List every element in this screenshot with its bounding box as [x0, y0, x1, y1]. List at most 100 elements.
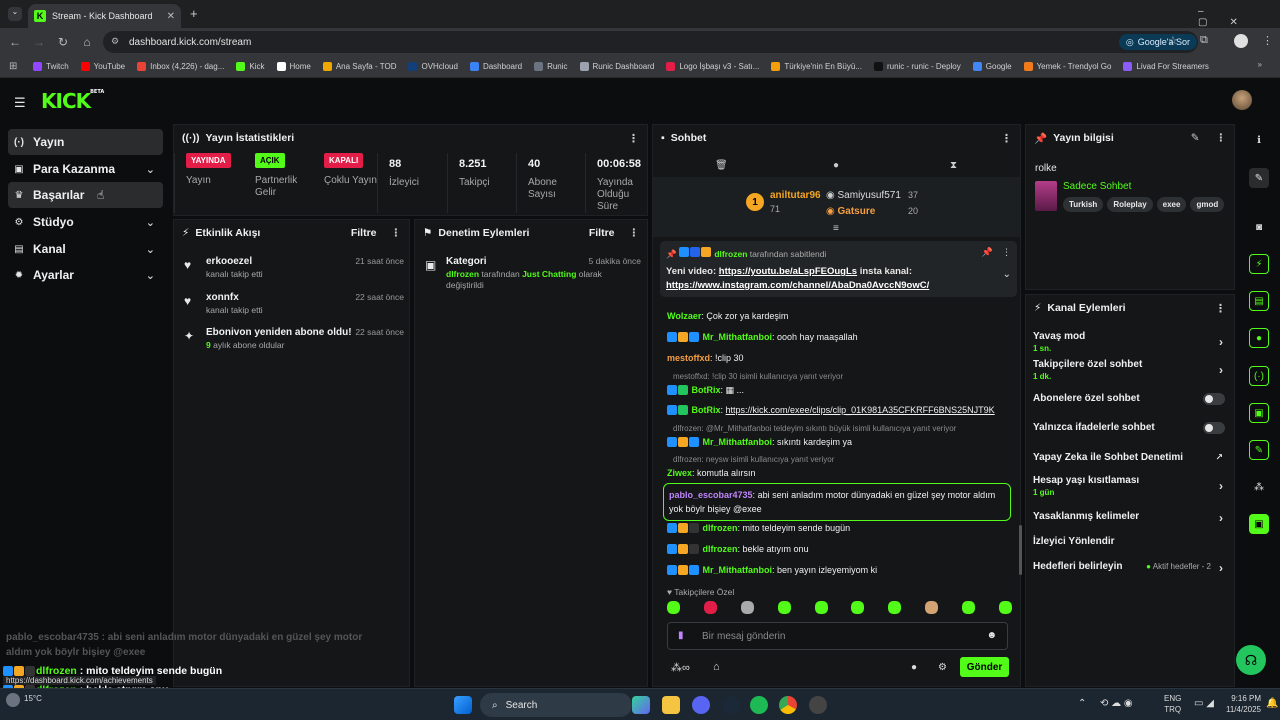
notification-icon[interactable]: 🔔 [1266, 698, 1278, 709]
chat-username[interactable]: BotRix [692, 405, 721, 415]
bookmark-item[interactable]: Inbox (4,226) - dag... [137, 62, 224, 71]
wrench-icon[interactable]: ✎ [1249, 440, 1269, 460]
chat-username[interactable]: Wolzaer [667, 311, 701, 321]
pinned-link[interactable]: https://youtu.be/aLspFEOugLs [719, 266, 857, 277]
sidebar-item-basarilar[interactable]: ♛ Başarılar [8, 182, 163, 208]
channel-action-row[interactable]: Yasaklanmış kelimeler › [1033, 511, 1225, 525]
support-icon[interactable]: ☊ [1236, 645, 1266, 675]
language-indicator[interactable]: ENG TRQ [1164, 693, 1181, 715]
file-explorer-icon[interactable] [662, 696, 680, 714]
bookmark-item[interactable]: Kick [236, 62, 265, 71]
weather-icon[interactable] [6, 693, 20, 707]
emote-icon[interactable] [814, 601, 828, 614]
sidebar-item-yayin[interactable]: (·) Yayın [8, 129, 163, 155]
pinned-link[interactable]: https://www.instagram.com/channel/AbaDna… [666, 280, 929, 291]
filter-button[interactable]: Filtre [589, 227, 615, 239]
more-icon[interactable]: ⋮ [628, 132, 639, 145]
tray-icons[interactable]: ⟲ ☁ ◉ [1100, 698, 1133, 709]
close-tab-icon[interactable]: ✕ [167, 11, 175, 22]
trash-icon[interactable]: 🗑 [715, 160, 728, 171]
sidebar-item-para-kazanma[interactable]: ▣ Para Kazanma ⌄ [8, 156, 163, 182]
bookmark-item[interactable]: YouTube [80, 62, 125, 71]
window-controls[interactable]: –▢✕ [1198, 6, 1280, 28]
sidebar-item-studyo[interactable]: ⚙ Stüdyo ⌄ [8, 209, 163, 235]
tag[interactable]: Turkish [1063, 197, 1104, 212]
points-icon[interactable]: ⁂∞ [671, 661, 690, 674]
spotify-icon[interactable] [750, 696, 768, 714]
emote-icon[interactable] [962, 601, 975, 614]
bookmark-item[interactable]: Yemek - Trendyol Go [1023, 62, 1111, 71]
sidebar-item-kanal[interactable]: ▤ Kanal ⌄ [8, 236, 163, 262]
gear-icon[interactable]: ⚙ [938, 662, 947, 673]
channel-action-row[interactable]: Hesap yaşı kısıtlaması 1 gün › [1033, 475, 1225, 497]
chat-link[interactable]: https://kick.com/exee/clips/clip_01K981A… [726, 405, 995, 415]
user-avatar[interactable] [1232, 90, 1252, 110]
chat-username[interactable]: dlfrozen [703, 544, 738, 554]
bookmark-item[interactable]: Logo İşbaşı v3 - Satı... [666, 62, 759, 71]
chat-username[interactable]: mestoffxd [667, 353, 710, 363]
leader-name[interactable]: aniltutar96 [770, 190, 821, 201]
bookmark-item[interactable]: Ana Sayfa - TOD [322, 62, 396, 71]
emote-icon[interactable] [740, 601, 754, 614]
network-volume-icons[interactable]: ▭ ◢ [1194, 698, 1214, 709]
channel-action-row[interactable]: Takipçilere özel sohbet 1 dk. › [1033, 359, 1225, 381]
tab-list-icon[interactable]: ⌄ [8, 7, 22, 21]
chat-username[interactable]: Ziwex [667, 468, 692, 478]
emote-icon[interactable] [667, 601, 680, 614]
more-icon[interactable]: ⋮ [629, 227, 640, 239]
broadcast-icon[interactable]: (·) [1249, 366, 1269, 386]
bookmark-item[interactable]: OVHcloud [408, 62, 458, 71]
more-icon[interactable]: ⋮ [1216, 132, 1227, 144]
bookmark-item[interactable]: runic - runic - Deploy [873, 62, 961, 71]
clipboard-icon[interactable]: ▤ [1249, 291, 1269, 311]
toggle-switch[interactable] [1203, 422, 1225, 434]
browser-menu-icon[interactable]: ⋮ [1262, 34, 1273, 47]
google-ask-button[interactable]: ◎ Google'a Sor [1118, 34, 1197, 50]
copilot-icon[interactable] [632, 696, 650, 714]
edit-icon[interactable]: ✎ [1249, 168, 1269, 188]
channel-action-row[interactable]: Yapay Zeka ile Sohbet Denetimi ↗ [1033, 452, 1225, 463]
chrome-icon[interactable] [779, 696, 797, 714]
discord-icon[interactable] [692, 696, 710, 714]
home-icon[interactable]: ⌂ [75, 35, 99, 49]
unpin-icon[interactable]: 📌 [982, 247, 993, 258]
chat-username[interactable]: Mr_Mithatfanboi [703, 437, 773, 447]
lightning-icon[interactable]: ⚡ [1249, 254, 1269, 274]
new-tab-icon[interactable]: + [190, 6, 198, 21]
bookmark-item[interactable]: Dashboard [469, 62, 522, 71]
apps-grid-icon[interactable]: ⊞ [9, 61, 17, 72]
edit-icon[interactable]: ✎ [1191, 132, 1200, 144]
chat-bubble-icon[interactable]: ● [911, 662, 917, 673]
kick-logo[interactable]: KICKBETA [41, 89, 104, 113]
pinned-by-user[interactable]: dlfrozen [714, 249, 747, 259]
layout-icon[interactable]: ▣ [1249, 403, 1269, 423]
taskbar-search[interactable]: ⌕ Search [480, 693, 632, 717]
tag[interactable]: Roleplay [1107, 197, 1153, 212]
channel-action-row[interactable]: Abonelere özel sohbet [1033, 393, 1225, 405]
browser-tab[interactable]: K Stream - Kick Dashboard ✕ [28, 4, 181, 28]
mod-user[interactable]: dlfrozen [446, 269, 479, 279]
chat-username[interactable]: Mr_Mithatfanboi [703, 565, 773, 575]
more-icon[interactable]: ⋮ [1001, 132, 1012, 145]
bookmark-item[interactable]: Home [276, 62, 311, 71]
send-button[interactable]: Gönder [960, 657, 1009, 677]
chat-username[interactable]: pablo_escobar4735 [669, 490, 753, 500]
users-icon[interactable]: ⁂ [1249, 477, 1269, 497]
tag[interactable]: exee [1156, 197, 1187, 212]
mod-category[interactable]: Just Chatting [522, 269, 576, 279]
chat-icon[interactable]: ● [833, 160, 839, 171]
leader-2[interactable]: ◉ Samiyusuf571 [826, 190, 901, 201]
channel-action-row[interactable]: Yavaş mod 1 sn. › [1033, 331, 1225, 353]
channel-action-row[interactable]: Hedefleri belirleyin ● Aktif hedefler - 2… [1033, 561, 1225, 575]
reload-icon[interactable]: ↻ [51, 35, 75, 49]
menu-icon[interactable]: ☰ [14, 95, 26, 111]
emote-icon[interactable] [925, 601, 939, 614]
back-icon[interactable]: ← [3, 35, 27, 49]
filter-lines-icon[interactable]: ≡ [833, 223, 839, 234]
filter-button[interactable]: Filtre [351, 227, 377, 239]
clock[interactable]: 9:16 PM 11/4/2025 [1226, 693, 1261, 715]
reply-context[interactable]: dlfrozen: neysw isimli kullanıcıya yanıt… [673, 455, 834, 464]
bookmark-star-icon[interactable]: ☆ [1168, 34, 1178, 47]
chat-scrollbar[interactable] [1019, 525, 1022, 575]
camera-icon[interactable]: ◙ [1249, 217, 1269, 237]
